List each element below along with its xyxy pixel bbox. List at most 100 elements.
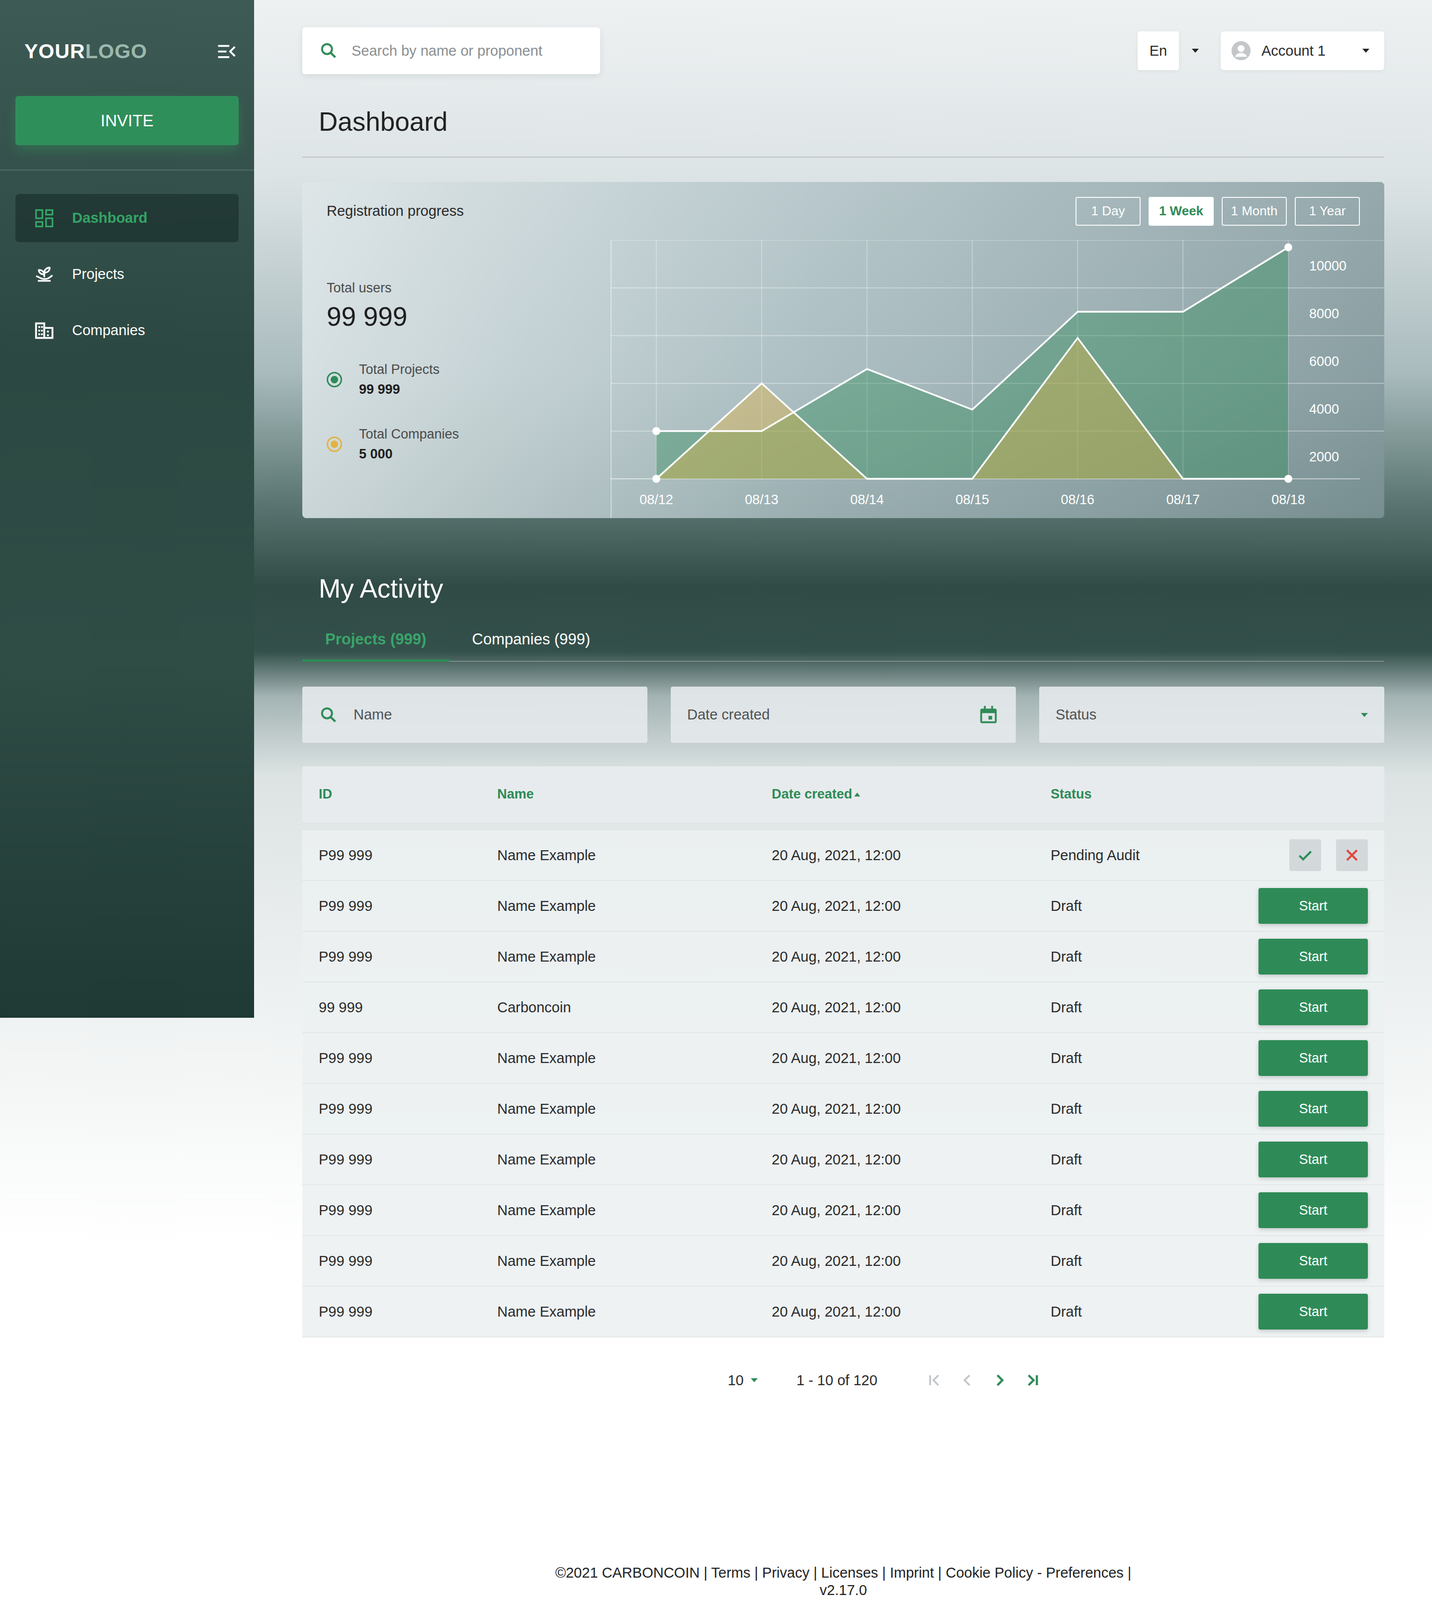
- table-row[interactable]: P99 999 Name Example 20 Aug, 2021, 12:00…: [302, 1286, 1385, 1338]
- start-button[interactable]: Start: [1258, 888, 1368, 924]
- chevron-next-icon: [989, 1370, 1010, 1391]
- start-button[interactable]: Start: [1258, 989, 1368, 1026]
- grid-line: [610, 240, 1385, 241]
- series-area: [656, 338, 1289, 479]
- sidebar-item[interactable]: Companies: [15, 306, 239, 355]
- range-button[interactable]: 1 Week: [1148, 196, 1214, 226]
- invite-button[interactable]: INVITE: [15, 95, 239, 146]
- language-select[interactable]: En: [1137, 31, 1199, 71]
- language-value: En: [1137, 31, 1179, 71]
- series-line: [656, 338, 1289, 479]
- x-tick: 08/13: [744, 492, 779, 508]
- logo[interactable]: YOURLOGO: [24, 39, 148, 64]
- start-button[interactable]: Start: [1258, 1192, 1368, 1229]
- sidebar-item-label: Dashboard: [72, 209, 148, 227]
- status-filter[interactable]: Status: [1039, 686, 1385, 743]
- page-first-button[interactable]: [923, 1369, 946, 1392]
- tab[interactable]: Projects (999): [302, 618, 449, 662]
- y-tick: 2000: [1309, 449, 1340, 465]
- logo-part: LOGO: [85, 39, 148, 63]
- cell-name: Name Example: [497, 847, 772, 864]
- table-row[interactable]: P99 999 Name Example 20 Aug, 2021, 12:00…: [302, 931, 1385, 983]
- page-last-button[interactable]: [1021, 1369, 1044, 1392]
- legend-item: Total Companies 5 000: [326, 426, 611, 462]
- column-header[interactable]: Name: [497, 786, 772, 803]
- range-button[interactable]: 1 Month: [1221, 196, 1287, 226]
- table-row[interactable]: P99 999 Name Example 20 Aug, 2021, 12:00…: [302, 830, 1385, 882]
- table-row[interactable]: P99 999 Name Example 20 Aug, 2021, 12:00…: [302, 881, 1385, 932]
- cell-name: Name Example: [497, 1151, 772, 1168]
- footer-links[interactable]: ©2021 CARBONCOIN | Terms | Privacy | Lic…: [302, 1564, 1385, 1582]
- menu-collapse-icon[interactable]: [215, 40, 238, 63]
- pagination: 10 1 - 10 of 120: [302, 1369, 1385, 1392]
- cell-actions: Start: [1253, 1293, 1368, 1330]
- table-row[interactable]: P99 999 Name Example 20 Aug, 2021, 12:00…: [302, 1083, 1385, 1135]
- cell-name: Name Example: [497, 897, 772, 915]
- x-tick: 08/17: [1165, 492, 1200, 508]
- cell-id: P99 999: [318, 897, 498, 915]
- cell-actions: Start: [1253, 1090, 1368, 1127]
- chart-card: Registration progress 1 Day1 Week1 Month…: [302, 181, 1385, 519]
- y-tick: 10000: [1309, 258, 1347, 274]
- cell-id: P99 999: [318, 1100, 498, 1118]
- logo-row: YOURLOGO: [0, 0, 255, 64]
- filter-placeholder: Date created: [687, 706, 770, 723]
- cell-date: 20 Aug, 2021, 12:00: [771, 1151, 1051, 1168]
- approve-button[interactable]: [1289, 839, 1322, 872]
- caret-down-icon: [1360, 713, 1368, 717]
- y-tick: 8000: [1309, 306, 1340, 322]
- page-buttons: [923, 1369, 1044, 1392]
- cell-date: 20 Aug, 2021, 12:00: [771, 1202, 1051, 1219]
- caret-down-icon: [1362, 48, 1370, 53]
- cell-id: P99 999: [318, 847, 498, 864]
- y-tick: 4000: [1309, 401, 1340, 417]
- start-button[interactable]: Start: [1258, 1040, 1368, 1076]
- sidebar-item[interactable]: Projects: [15, 250, 239, 299]
- range-button[interactable]: 1 Day: [1075, 196, 1141, 226]
- page-prev-button[interactable]: [956, 1369, 979, 1392]
- start-button[interactable]: Start: [1258, 1293, 1368, 1330]
- cell-id: P99 999: [318, 948, 498, 966]
- sidebar-nav: Dashboard Projects Companies: [0, 170, 255, 355]
- cell-status: Draft: [1050, 897, 1254, 915]
- series-area: [656, 247, 1289, 479]
- total-users-label: Total users: [326, 279, 611, 296]
- column-header[interactable]: Date created: [771, 786, 1051, 803]
- table-row[interactable]: P99 999 Name Example 20 Aug, 2021, 12:00…: [302, 1185, 1385, 1237]
- name-filter[interactable]: Name: [302, 686, 648, 743]
- activity-tabs: Projects (999)Companies (999): [302, 618, 1385, 662]
- cell-actions: Start: [1253, 1192, 1368, 1229]
- search-input[interactable]: [350, 42, 591, 60]
- column-header[interactable]: Status: [1050, 786, 1254, 803]
- legend-item: Total Projects 99 999: [326, 361, 611, 398]
- account-menu[interactable]: Account 1: [1220, 31, 1385, 71]
- range-button[interactable]: 1 Year: [1294, 196, 1360, 226]
- search-box: [302, 27, 601, 75]
- column-header[interactable]: ID: [318, 786, 498, 803]
- line-chart: 10000800060004000200008/1208/1308/1408/1…: [610, 240, 1385, 519]
- cell-name: Name Example: [497, 1202, 772, 1219]
- reject-button[interactable]: [1336, 839, 1368, 872]
- legend-dot: [326, 371, 343, 388]
- date-filter[interactable]: Date created: [670, 686, 1016, 743]
- start-button[interactable]: Start: [1258, 1141, 1368, 1178]
- account-name: Account 1: [1261, 42, 1353, 60]
- start-button[interactable]: Start: [1258, 1090, 1368, 1127]
- building-icon: [33, 319, 56, 342]
- table-row[interactable]: P99 999 Name Example 20 Aug, 2021, 12:00…: [302, 1033, 1385, 1084]
- series-point: [1284, 474, 1293, 483]
- start-button[interactable]: Start: [1258, 1243, 1368, 1279]
- start-button[interactable]: Start: [1258, 938, 1368, 975]
- table-row[interactable]: 99 999 Carboncoin 20 Aug, 2021, 12:00 Dr…: [302, 982, 1385, 1034]
- tab[interactable]: Companies (999): [448, 618, 614, 662]
- legend-label: Total Projects: [358, 361, 440, 378]
- page-next-button[interactable]: [988, 1369, 1011, 1392]
- caret-down-icon: [750, 1378, 758, 1383]
- table-row[interactable]: P99 999 Name Example 20 Aug, 2021, 12:00…: [302, 1134, 1385, 1186]
- sidebar-item[interactable]: Dashboard: [15, 193, 239, 243]
- page-size-select[interactable]: 10: [727, 1372, 758, 1389]
- table-row[interactable]: P99 999 Name Example 20 Aug, 2021, 12:00…: [302, 1236, 1385, 1287]
- filter-placeholder: Name: [353, 706, 392, 723]
- cell-date: 20 Aug, 2021, 12:00: [771, 847, 1051, 864]
- filter-placeholder: Status: [1055, 706, 1097, 723]
